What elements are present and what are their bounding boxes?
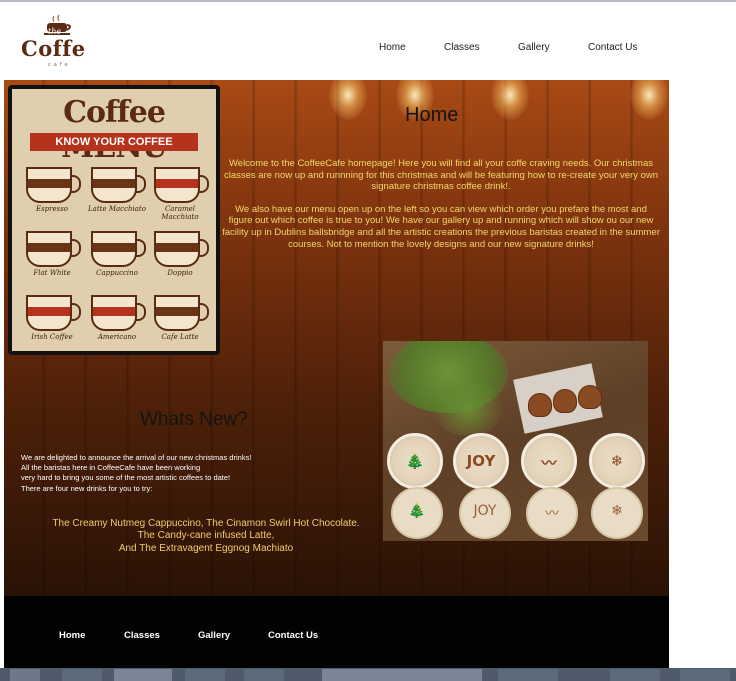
menu-item-label: Latte Macchiato: [88, 205, 146, 213]
drink-line: The Creamy Nutmeg Cappuccino, The Cinamo…: [52, 518, 360, 529]
menu-item: Flat White: [22, 227, 82, 285]
footer-nav-contact-us[interactable]: Contact Us: [268, 630, 318, 641]
menu-item-label: Espresso: [35, 205, 69, 213]
start-button[interactable]: [10, 669, 40, 681]
coffee-menu-poster: Coffee MENU KNOW YOUR COFFEE Espresso La…: [8, 85, 220, 355]
gingerbread-cookie: [553, 389, 577, 413]
app-taskbar-icon[interactable]: [322, 669, 482, 681]
footer-nav-gallery[interactable]: Gallery: [198, 630, 230, 641]
whats-new-heading: Whats New?: [140, 409, 248, 430]
app-taskbar-icon[interactable]: [185, 669, 225, 681]
latte-cup: 〰: [521, 433, 577, 489]
ceiling-light: [329, 80, 367, 120]
menu-item-label: Cafe Latte: [161, 333, 199, 341]
browser-taskbar-icon[interactable]: [62, 669, 102, 681]
new-drinks-list: The Creamy Nutmeg Cappuccino, The Cinamo…: [30, 518, 382, 555]
site-header: the Coffe cafe Home Classes Gallery Cont…: [0, 2, 736, 80]
nav-home[interactable]: Home: [379, 42, 406, 53]
gingerbread-cookie: [578, 385, 602, 409]
intro-paragraph: We also have our menu open up on the lef…: [222, 203, 660, 250]
footer-nav-classes[interactable]: Classes: [124, 630, 160, 641]
ceiling-light: [491, 80, 529, 120]
app-taskbar-icon[interactable]: [244, 669, 284, 681]
home-intro: Welcome to the CoffeeCafe homepage! Here…: [222, 158, 660, 261]
menu-item: Cappuccino: [87, 227, 147, 285]
stencil: 🎄: [391, 487, 443, 539]
announce-line: All the baristas here in CoffeeCafe have…: [21, 463, 201, 473]
menu-item: Caramel Macchiato: [150, 163, 210, 221]
christmas-latte-photo: 🎄 JOY 〰 ❄ 🎄 JOY 〰 ❄: [383, 341, 648, 541]
announce-line: very hard to bring you some of the most …: [21, 473, 231, 483]
nav-gallery[interactable]: Gallery: [518, 42, 550, 53]
logo-script: the: [48, 27, 62, 36]
menu-item-label: Doppio: [167, 269, 193, 277]
drink-line: The Candy-cane infused Latte,: [137, 530, 275, 542]
os-taskbar: [0, 668, 736, 681]
site-footer: Home Classes Gallery Contact Us: [4, 596, 669, 668]
gingerbread-cookie: [528, 393, 552, 417]
menu-poster-banner: KNOW YOUR COFFEE: [30, 133, 198, 151]
nav-contact-us[interactable]: Contact Us: [588, 42, 637, 53]
stencil: ❄: [591, 487, 643, 539]
menu-item-label: Irish Coffee: [31, 333, 73, 341]
app-taskbar-icon[interactable]: [680, 669, 730, 681]
menu-item-label: Cappuccino: [96, 269, 138, 277]
app-taskbar-icon[interactable]: [610, 669, 660, 681]
menu-item: Latte Macchiato: [87, 163, 147, 221]
menu-poster-title: Coffee MENU: [61, 95, 168, 165]
app-taskbar-icon[interactable]: [498, 669, 558, 681]
menu-item: Irish Coffee: [22, 291, 82, 349]
coffe-logo[interactable]: the Coffe cafe: [18, 14, 98, 68]
stencil: 〰: [526, 487, 578, 539]
menu-item-label: Flat White: [33, 269, 71, 277]
intro-paragraph: Welcome to the CoffeeCafe homepage! Here…: [223, 158, 659, 193]
menu-item-label: Caramel Macchiato: [161, 205, 199, 221]
nav-classes[interactable]: Classes: [444, 42, 480, 53]
latte-cup: JOY: [453, 433, 509, 489]
announce-line: There are four new drinks for you to try…: [21, 483, 153, 493]
menu-item: Espresso: [22, 163, 82, 221]
latte-cup: 🎄: [387, 433, 443, 489]
menu-item-label: Americano: [97, 333, 137, 341]
announce-line: We are delighted to announce the arrival…: [21, 453, 252, 462]
latte-cup: ❄: [589, 433, 645, 489]
ceiling-light: [630, 80, 668, 120]
explorer-taskbar-icon[interactable]: [114, 669, 172, 681]
logo-subtitle: cafe: [48, 62, 71, 68]
drink-line: And The Extravagent Eggnog Machiato: [118, 542, 294, 554]
menu-item: Cafe Latte: [150, 291, 210, 349]
menu-item: Doppio: [150, 227, 210, 285]
logo-wordmark: Coffe: [21, 36, 86, 61]
stencil: JOY: [459, 487, 511, 539]
footer-nav-home[interactable]: Home: [59, 630, 85, 641]
menu-item: Americano: [87, 291, 147, 349]
home-heading: Home: [405, 104, 459, 126]
whats-new-announcement: We are delighted to announce the arrival…: [21, 453, 341, 494]
